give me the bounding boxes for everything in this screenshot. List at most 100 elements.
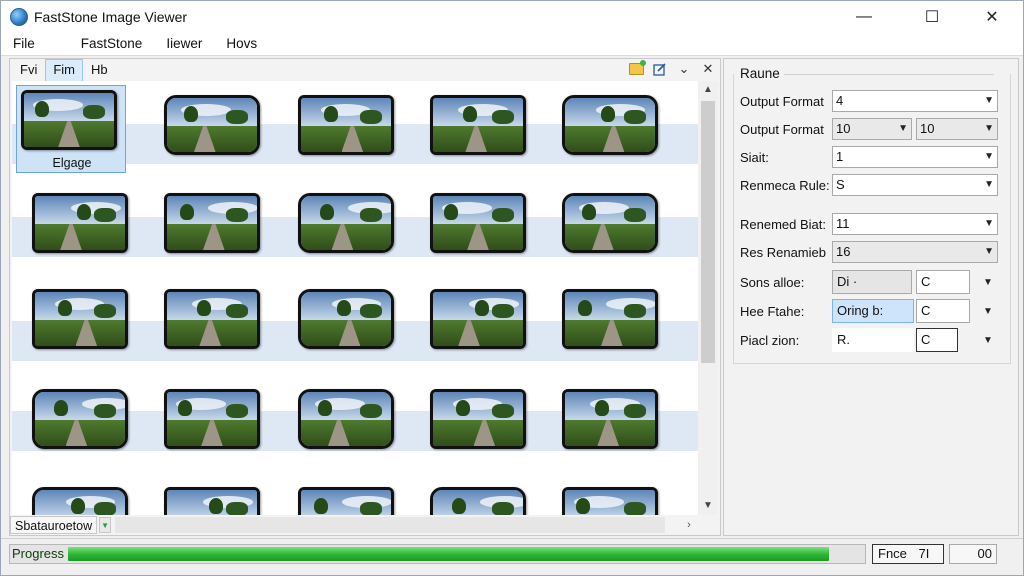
thumbnail[interactable] xyxy=(430,487,530,515)
minimize-button[interactable]: — xyxy=(841,1,887,32)
thumbnail-image xyxy=(430,193,526,253)
scroll-down-icon[interactable]: ▼ xyxy=(698,497,718,515)
thumbnail[interactable] xyxy=(32,289,132,357)
options-panel: Raune Output Format 4 ▼ Output Format 10 ▼… xyxy=(723,58,1019,536)
thumbnail[interactable] xyxy=(164,289,264,357)
thumbnail[interactable] xyxy=(430,95,530,163)
thumbnail-image xyxy=(164,95,260,155)
thumbnail[interactable] xyxy=(562,193,662,261)
thumbnail[interactable] xyxy=(164,389,264,457)
close-pane-icon[interactable]: ✕ xyxy=(700,61,716,77)
chevron-down-icon[interactable]: ⌄ xyxy=(676,61,692,77)
thumbnail-image xyxy=(298,193,394,253)
thumbnail[interactable] xyxy=(164,95,264,163)
thumbnail-image xyxy=(32,193,128,253)
thumbnail[interactable] xyxy=(298,487,398,515)
scroll-thumb[interactable] xyxy=(701,101,715,363)
dropdown-arrow-icon: ▼ xyxy=(984,246,994,257)
thumbnail[interactable] xyxy=(298,389,398,457)
thumbnail-image xyxy=(562,193,658,253)
dropdown-arrow-icon[interactable]: ▼ xyxy=(978,306,998,317)
menu-faststone[interactable]: FastStone xyxy=(69,32,155,56)
field-row: Output Format 10 ▼ 10 ▼ xyxy=(740,118,998,140)
output-size-select-2[interactable]: 10 ▼ xyxy=(916,118,998,140)
window-title: FastStone Image Viewer xyxy=(34,8,188,25)
thumbnail-image xyxy=(430,487,526,515)
rename-rule-select[interactable]: S ▼ xyxy=(832,174,998,196)
thumbnail[interactable] xyxy=(562,389,662,457)
progress-label: Progress xyxy=(12,546,65,561)
placement-field[interactable]: R. xyxy=(832,328,914,352)
sons-allow-field-2[interactable]: C xyxy=(916,270,970,294)
field-label: Output Format xyxy=(740,121,824,137)
new-folder-icon[interactable] xyxy=(628,60,646,77)
tab-fim[interactable]: Fim xyxy=(45,59,84,81)
thumbnail-image xyxy=(298,289,394,349)
scroll-up-icon[interactable]: ▲ xyxy=(698,81,718,99)
start-select[interactable]: 1 ▼ xyxy=(832,146,998,168)
field-row: Renemed Biat: 11 ▼ xyxy=(740,213,998,235)
output-format-select[interactable]: 4 ▼ xyxy=(832,90,998,112)
thumbnail-image xyxy=(562,95,658,155)
thumbnail-image xyxy=(164,289,260,349)
dropdown-arrow-icon: ▼ xyxy=(984,218,994,229)
thumbnail[interactable] xyxy=(32,193,132,261)
field-label: Output Format xyxy=(740,93,824,109)
thumbnail[interactable] xyxy=(430,389,530,457)
edit-icon[interactable] xyxy=(652,61,668,77)
thumbnail[interactable] xyxy=(298,289,398,357)
thumbnail[interactable] xyxy=(32,389,132,457)
thumbnail-image xyxy=(164,193,260,253)
horizontal-scrollbar[interactable] xyxy=(115,517,666,533)
dropdown-arrow-icon: ▼ xyxy=(984,179,994,190)
thumbnail[interactable] xyxy=(32,487,132,515)
menu-file[interactable]: File xyxy=(1,32,47,56)
menu-bar: File FastStone Iiewer Hovs xyxy=(1,32,1023,56)
selected-thumbnail[interactable]: Elgage xyxy=(16,85,126,173)
tab-fvi[interactable]: Fvi xyxy=(12,59,45,81)
menu-hovs[interactable]: Hovs xyxy=(214,32,269,56)
thumbnail[interactable] xyxy=(164,193,264,261)
thumbnail[interactable] xyxy=(562,487,662,515)
field-row: Hee Ftahe: Oring b: C ▼ xyxy=(740,298,998,324)
thumbnail[interactable] xyxy=(21,90,121,158)
file-rename-field-2[interactable]: C xyxy=(916,299,970,323)
thumbnail[interactable] xyxy=(430,193,530,261)
dropdown-arrow-icon[interactable]: ▼ xyxy=(978,277,998,288)
progress-area: Progress Fnce 7I 00 xyxy=(1,538,1023,575)
thumbnail[interactable] xyxy=(164,487,264,515)
field-label: Sons alloe: xyxy=(740,274,805,290)
thumbnail[interactable] xyxy=(562,289,662,357)
thumbnail[interactable] xyxy=(562,95,662,163)
sons-allow-field[interactable]: Di · xyxy=(832,270,912,294)
thumbnail[interactable] xyxy=(298,193,398,261)
close-button[interactable]: ✕ xyxy=(969,1,1015,32)
field-row: Piacl zion: R. C ▼ xyxy=(740,327,998,353)
thumbnail-image xyxy=(164,487,260,515)
thumbnail[interactable] xyxy=(430,289,530,357)
status-dropdown-button[interactable]: ▼ xyxy=(99,517,112,533)
browser-tabs: Fvi Fim Hb ⌄ ✕ xyxy=(10,59,720,81)
select-value: 10 xyxy=(836,121,851,136)
tab-hb[interactable]: Hb xyxy=(83,59,116,81)
field-label: Renmeca Rule: xyxy=(740,177,830,193)
progress-fill xyxy=(68,547,830,561)
app-logo-icon xyxy=(10,7,28,26)
vertical-scrollbar[interactable]: ▲ ▼ xyxy=(698,81,718,515)
file-rename-field[interactable]: Oring b: xyxy=(832,299,914,323)
select-value: 4 xyxy=(836,93,844,108)
thumbnail-panel: Fvi Fim Hb ⌄ ✕ Elgage ▲ ▼ Sbatauroetow ▼… xyxy=(9,58,721,536)
placement-field-2[interactable]: C xyxy=(916,328,958,352)
scroll-right-icon[interactable]: › xyxy=(687,519,691,531)
output-size-select[interactable]: 10 ▼ xyxy=(832,118,912,140)
dropdown-arrow-icon[interactable]: ▼ xyxy=(978,335,998,346)
title-bar: FastStone Image Viewer — ☐ ✕ xyxy=(1,1,1023,32)
menu-viewer[interactable]: Iiewer xyxy=(154,32,214,56)
field-row: Output Format 4 ▼ xyxy=(740,90,998,112)
renamed-start-select[interactable]: 11 ▼ xyxy=(832,213,998,235)
maximize-button[interactable]: ☐ xyxy=(909,1,955,32)
thumbnail[interactable] xyxy=(298,95,398,163)
thumbnail-image xyxy=(32,487,128,515)
res-rename-select[interactable]: 16 ▼ xyxy=(832,241,998,263)
dropdown-arrow-icon: ▼ xyxy=(898,123,908,134)
